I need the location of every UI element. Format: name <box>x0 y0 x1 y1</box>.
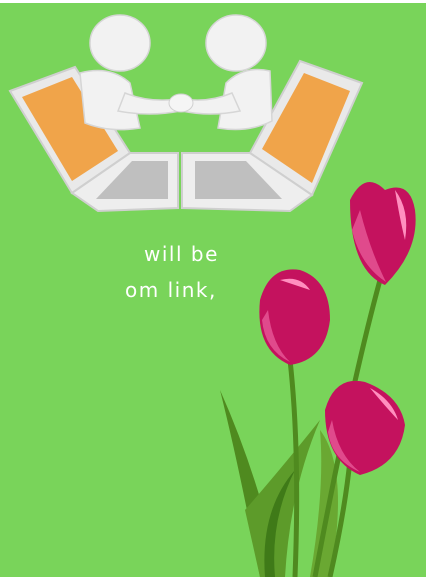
handshake-icon <box>168 93 194 113</box>
tulip-flower-icon <box>259 269 330 365</box>
tulips-decoration <box>220 182 416 577</box>
tulip-flower-icon <box>350 182 416 285</box>
